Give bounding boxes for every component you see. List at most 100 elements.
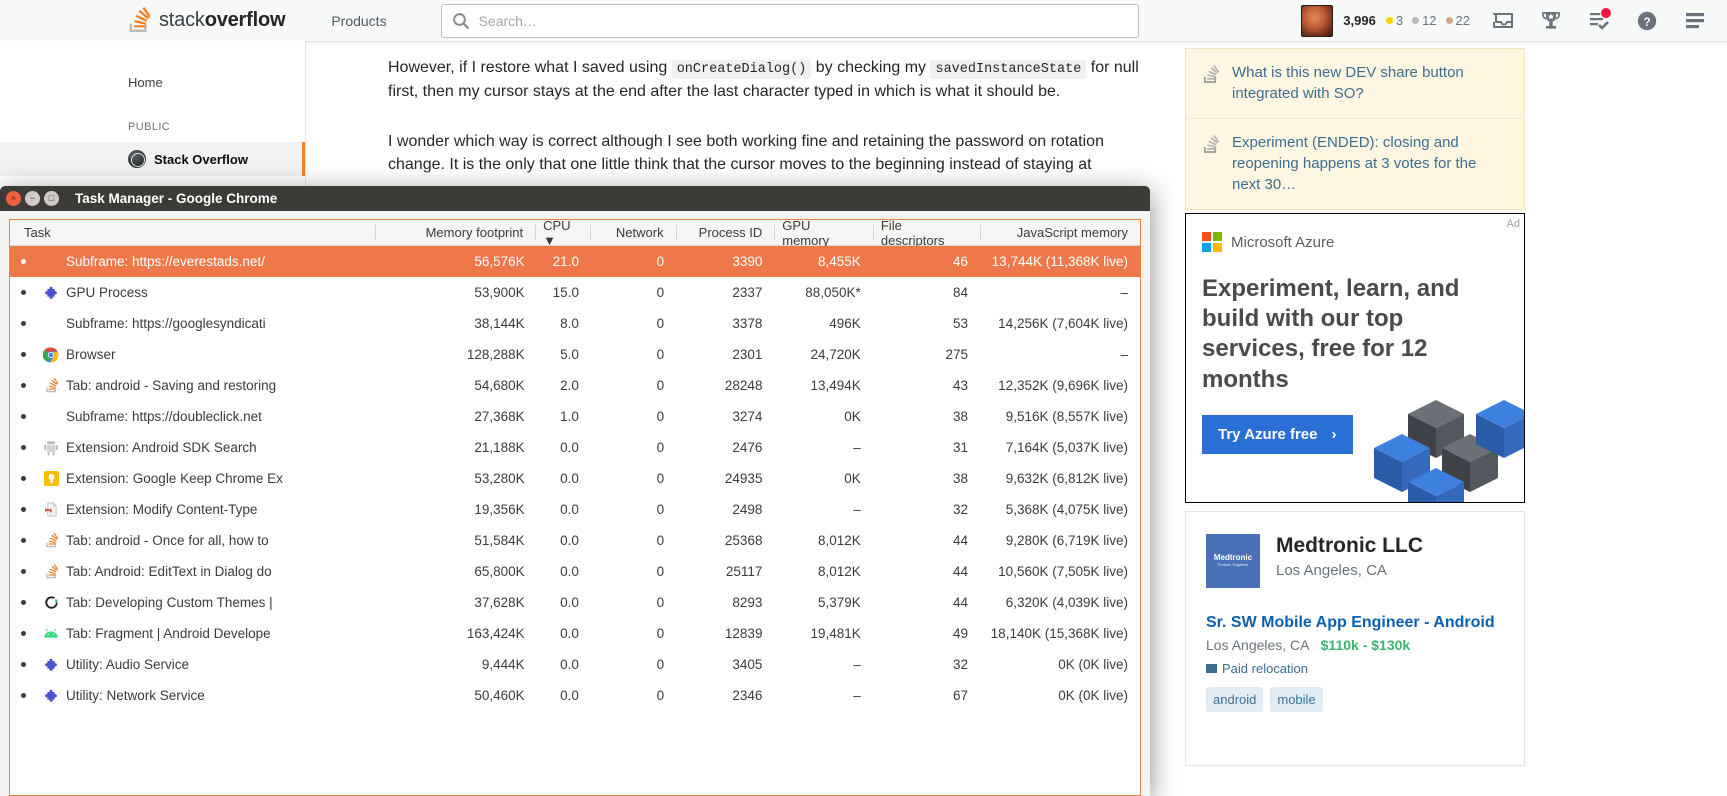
tag-android[interactable]: android — [1206, 687, 1264, 712]
question-body: However, if I restore what I saved using… — [388, 56, 1158, 203]
search-icon — [452, 12, 470, 30]
cell-memory: 9,444K — [481, 657, 525, 672]
site-logo[interactable]: stackoverflow — [126, 6, 286, 35]
column-header-memory[interactable]: Memory footprint — [375, 220, 535, 245]
row-bullet-icon — [10, 414, 36, 419]
gold-dot-icon — [1385, 17, 1393, 24]
stackoverflow-icon — [36, 563, 66, 580]
column-header-gpu[interactable]: GPU memory — [774, 220, 873, 248]
table-header-row: Task Memory footprint CPU ▼ Network Process … — [10, 220, 1140, 248]
rail-link-label[interactable]: Experiment (ENDED): closing and reopenin… — [1232, 133, 1508, 195]
review-icon[interactable] — [1575, 0, 1623, 41]
silver-badge-count[interactable]: 12 — [1412, 13, 1437, 28]
puzzle-icon — [36, 285, 66, 300]
cell-task: Utility: Audio Service — [10, 657, 377, 672]
cell-gpu: 8,012K — [818, 564, 861, 579]
table-row[interactable]: Subframe: https://doubleclick.net 27,368K… — [10, 401, 1140, 432]
help-icon[interactable]: ? — [1623, 0, 1671, 41]
reputation-count[interactable]: 3,996 — [1343, 13, 1376, 28]
silver-dot-icon — [1412, 17, 1420, 24]
job-advertisement-card[interactable]: Medtronic Further, Together Medtronic LL… — [1185, 511, 1525, 766]
site-logo-text: stackoverflow — [159, 9, 286, 31]
avatar[interactable] — [1301, 4, 1334, 37]
table-row[interactable]: Tab: Developing Custom Themes | 37,628K 0… — [10, 587, 1140, 618]
column-header-network[interactable]: Network — [590, 220, 676, 245]
minimize-button[interactable]: − — [25, 191, 40, 206]
microsoft-grid-icon — [1202, 232, 1222, 252]
cell-gpu: 13,494K — [810, 378, 861, 393]
table-row[interactable]: Extension: Android SDK Search 21,188K 0.0 0… — [10, 432, 1140, 463]
table-row[interactable]: Utility: Network Service 50,460K 0.0 0 2346 –… — [10, 680, 1140, 711]
sidebar-item-home[interactable]: Home — [0, 65, 305, 99]
stackoverflow-icon — [1200, 65, 1220, 85]
column-header-pid[interactable]: Process ID — [675, 220, 775, 245]
bronze-badge-count[interactable]: 22 — [1445, 13, 1470, 28]
task-manager-window[interactable]: × − □ Task Manager - Google Chrome Task M… — [0, 186, 1150, 796]
cell-cpu: 0.0 — [560, 595, 579, 610]
trophy-icon[interactable] — [1527, 0, 1575, 41]
row-bullet-icon — [10, 569, 36, 574]
table-row[interactable]: Browser 128,288K 5.0 0 2301 24,720K 275 – — [10, 339, 1140, 370]
cell-fd: 67 — [952, 688, 968, 703]
stackoverflow-icon — [36, 532, 66, 549]
sidebar-item-stack-overflow[interactable]: Stack Overflow — [0, 142, 305, 176]
job-title-link[interactable]: Sr. SW Mobile App Engineer - Android — [1206, 614, 1504, 632]
task-label: Subframe: https://everestads.net/ — [66, 254, 265, 269]
table-row[interactable]: Subframe: https://everestads.net/56,576K… — [10, 246, 1140, 277]
cell-pid: 2346 — [732, 688, 763, 703]
cell-network: 0 — [656, 409, 665, 424]
cell-cpu: 8.0 — [560, 316, 579, 331]
row-bullet-icon — [10, 662, 36, 667]
cell-js: 12,352K (9,696K live) — [998, 378, 1129, 393]
cell-network: 0 — [656, 564, 665, 579]
column-header-task[interactable]: Task — [10, 220, 375, 245]
search-input[interactable]: Search… — [440, 3, 1139, 38]
maximize-button[interactable]: □ — [44, 191, 59, 206]
cell-cpu: 1.0 — [560, 409, 579, 424]
gold-badge-count[interactable]: 3 — [1385, 13, 1403, 28]
cell-network: 0 — [656, 254, 665, 269]
column-header-js[interactable]: JavaScript memory — [980, 220, 1140, 245]
inbox-icon[interactable] — [1479, 0, 1527, 41]
table-row[interactable]: Tab: android - Once for all, how to 51,58… — [10, 525, 1140, 556]
close-button[interactable]: × — [6, 191, 21, 206]
list-item[interactable]: What is this new DEV share button integr… — [1186, 49, 1524, 118]
sidebar-item-label: Stack Overflow — [154, 151, 248, 167]
table-row[interactable]: Subframe: https://googlesyndicati 38,144K… — [10, 308, 1140, 339]
try-azure-free-button[interactable]: Try Azure free › — [1202, 414, 1353, 454]
inline-code-oncreatedialog: onCreateDialog() — [671, 60, 812, 79]
cell-js: – — [1120, 347, 1129, 362]
column-header-cpu[interactable]: CPU ▼ — [535, 220, 590, 248]
cell-pid: 2476 — [732, 440, 763, 455]
cell-gpu: 24,720K — [810, 347, 861, 362]
list-item[interactable]: Experiment (ENDED): closing and reopenin… — [1186, 118, 1524, 209]
job-location-salary: Los Angeles, CA $110k - $130k — [1206, 637, 1504, 653]
table-row[interactable]: Extension: Google Keep Chrome Ex 53,280K 0… — [10, 463, 1140, 494]
cell-js: 9,632K (6,812K live) — [1005, 471, 1129, 486]
window-titlebar[interactable]: × − □ Task Manager - Google Chrome — [0, 186, 1150, 211]
process-table[interactable]: Task Memory footprint CPU ▼ Network Process … — [9, 219, 1141, 796]
cell-cpu: 0.0 — [560, 471, 579, 486]
column-header-fd[interactable]: File descriptors — [872, 220, 980, 248]
site-header: stackoverflow Products Search… 3,996 3 1… — [0, 0, 1727, 42]
nav-products[interactable]: Products — [321, 7, 396, 35]
cell-gpu: 0K — [844, 471, 861, 486]
azure-advertisement[interactable]: Ad Microsoft Azure Experiment, learn, an… — [1185, 213, 1525, 503]
table-row[interactable]: Tab: android - Saving and restoring 54,68… — [10, 370, 1140, 401]
ad-label: Ad — [1506, 218, 1520, 230]
tag-mobile[interactable]: mobile — [1270, 687, 1323, 712]
cell-fd: 275 — [945, 347, 968, 362]
table-row[interactable]: Extension: Modify Content-Type 19,356K 0.0… — [10, 494, 1140, 525]
cell-gpu: 8,012K — [818, 533, 861, 548]
table-row[interactable]: GPU Process 53,900K 15.0 0 2337 88,050K* 84 – — [10, 277, 1140, 308]
table-row[interactable]: Tab: Fragment | Android Develope 163,424K… — [10, 618, 1140, 649]
hamburger-icon[interactable] — [1671, 0, 1719, 41]
cell-fd: 38 — [952, 409, 968, 424]
cell-js: 7,164K (5,037K live) — [1005, 440, 1129, 455]
cell-memory: 51,584K — [474, 533, 525, 548]
table-row[interactable]: Utility: Audio Service 9,444K 0.0 0 3405 – 32 0… — [10, 649, 1140, 680]
search-placeholder: Search… — [478, 12, 537, 29]
table-row[interactable]: Tab: Android: EditText in Dialog do 65,80… — [10, 556, 1140, 587]
rail-link-label[interactable]: What is this new DEV share button integr… — [1232, 63, 1508, 104]
chrome-icon — [36, 347, 66, 363]
